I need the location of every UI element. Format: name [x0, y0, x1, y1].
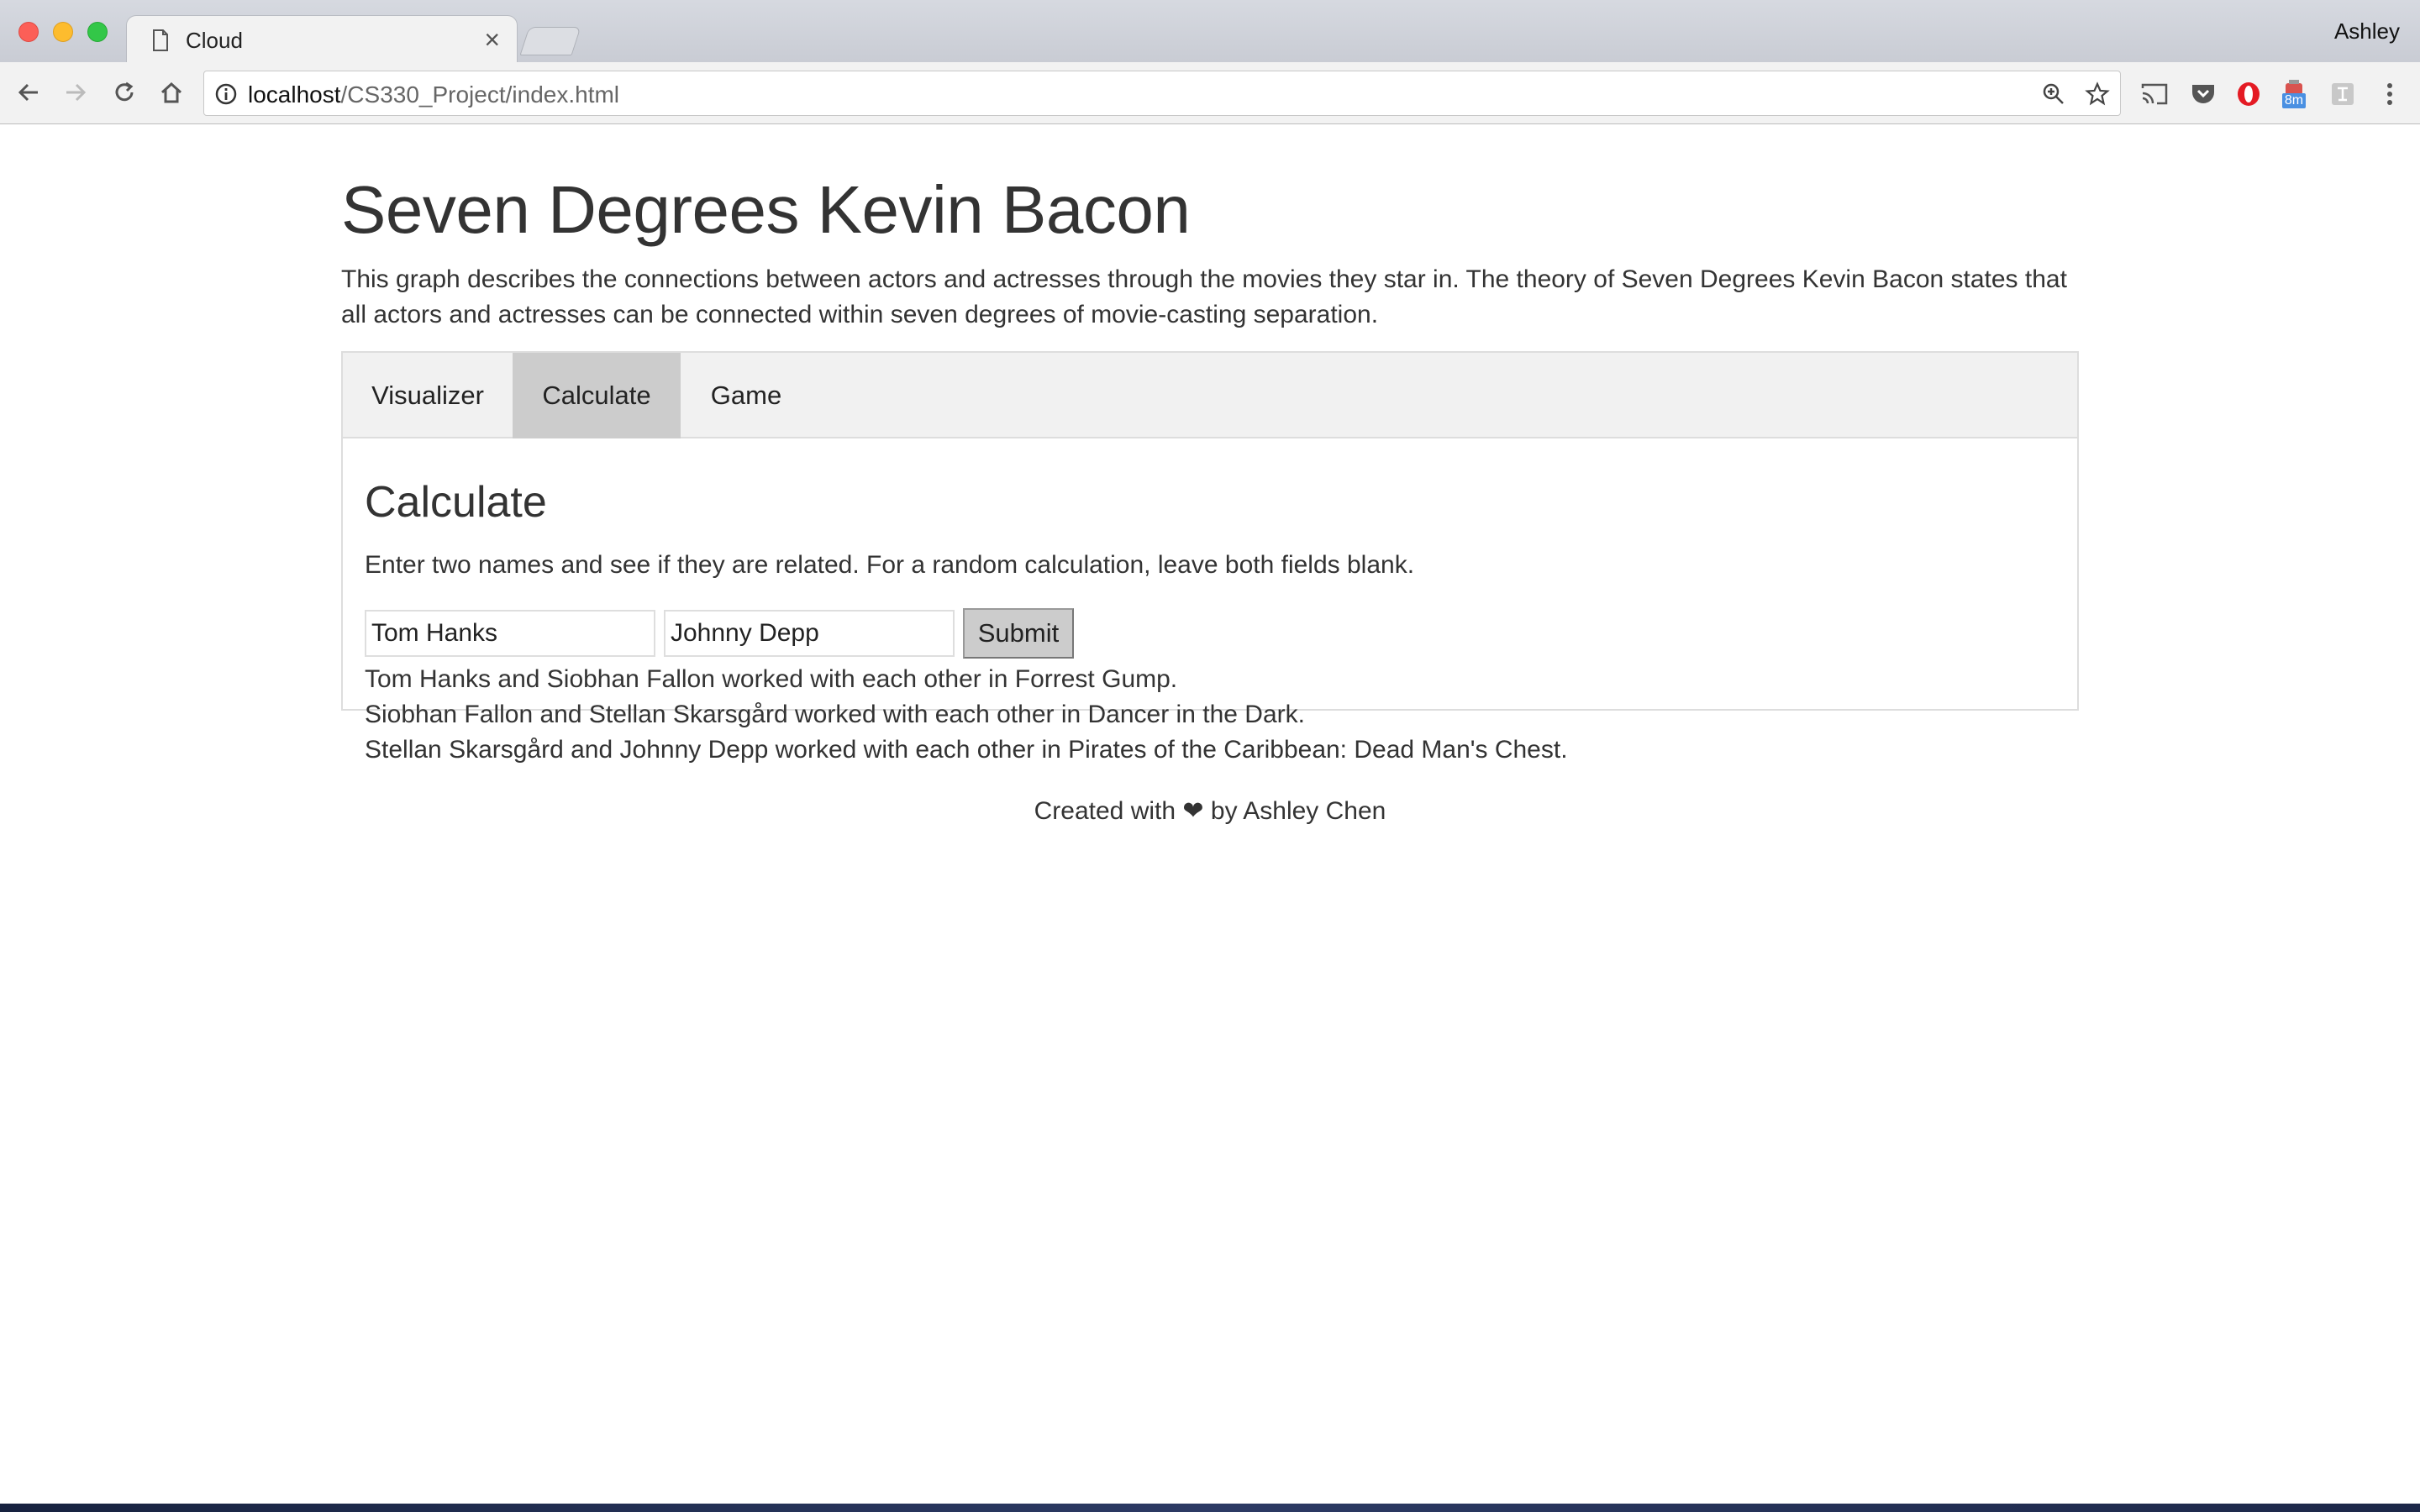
maximize-window-button[interactable]: [87, 22, 108, 42]
pocket-icon[interactable]: [2188, 79, 2218, 109]
tab-game[interactable]: Game: [681, 353, 812, 438]
browser-tab[interactable]: Cloud ×: [126, 15, 518, 64]
forward-button[interactable]: [59, 76, 92, 109]
second-name-input[interactable]: [664, 610, 955, 657]
tab-close-icon[interactable]: ×: [484, 24, 500, 55]
url-text: localhost/CS330_Project/index.html: [248, 81, 619, 108]
first-name-input[interactable]: [365, 610, 655, 657]
submit-button[interactable]: Submit: [963, 608, 1074, 659]
calculate-description: Enter two names and see if they are rela…: [365, 551, 1415, 579]
tab-title: Cloud: [186, 28, 243, 53]
menu-icon[interactable]: [2375, 79, 2405, 109]
translate-extension-icon[interactable]: [2328, 79, 2358, 109]
profile-name[interactable]: Ashley: [2334, 18, 2400, 45]
new-tab-button[interactable]: [519, 27, 581, 55]
page-icon: [153, 29, 168, 51]
result-line: Siobhan Fallon and Stellan Skarsgård wor…: [365, 701, 1305, 728]
home-icon: [160, 81, 182, 103]
result-line: Stellan Skarsgård and Johnny Depp worked…: [365, 736, 1568, 764]
intro-text: This graph describes the connections bet…: [341, 265, 2067, 328]
kebab-menu-icon: [2387, 83, 2392, 105]
page-title: Seven Degrees Kevin Bacon: [341, 172, 1191, 247]
browser-window: Cloud × Ashley localhost/CS330_Project/i…: [0, 0, 2420, 1504]
tab-strip: Cloud × Ashley: [0, 0, 2420, 64]
timer-badge: 8m: [2281, 93, 2307, 108]
opera-glyph-icon: [2238, 82, 2260, 106]
desktop-background: [0, 1504, 2420, 1512]
opera-icon[interactable]: [2233, 79, 2264, 109]
timer-extension-icon[interactable]: 8m: [2279, 79, 2309, 109]
cast-icon[interactable]: [2139, 79, 2170, 109]
home-button[interactable]: [155, 76, 188, 109]
reload-icon: [115, 81, 134, 102]
address-bar[interactable]: localhost/CS330_Project/index.html: [203, 71, 2121, 116]
heart-icon: ❤: [1182, 797, 1204, 825]
browser-toolbar: localhost/CS330_Project/index.html 8m: [0, 62, 2420, 124]
result-line: Tom Hanks and Siobhan Fallon worked with…: [365, 665, 1178, 693]
tab-bar: Visualizer Calculate Game: [343, 353, 2077, 438]
forward-arrow-icon: [66, 83, 87, 102]
translate-glyph-icon: [2332, 83, 2354, 105]
page-content: Seven Degrees Kevin Bacon This graph des…: [0, 124, 2420, 1504]
calculate-heading: Calculate: [365, 478, 547, 527]
url-path: /CS330_Project/index.html: [340, 81, 620, 108]
footer: Created with ❤ by Ashley Chen: [341, 796, 2079, 826]
reload-button[interactable]: [108, 76, 141, 109]
tab-calculate[interactable]: Calculate: [513, 353, 681, 438]
footer-prefix: Created with: [1034, 797, 1176, 825]
minimize-window-button[interactable]: [53, 22, 73, 42]
info-icon[interactable]: [214, 82, 238, 106]
back-button[interactable]: [12, 76, 45, 109]
tab-panel: Visualizer Calculate Game Calculate Ente…: [341, 351, 2079, 764]
pocket-glyph-icon: [2192, 85, 2214, 103]
cast-glyph-icon: [2141, 83, 2168, 105]
close-window-button[interactable]: [18, 22, 39, 42]
tab-visualizer[interactable]: Visualizer: [343, 353, 513, 438]
footer-suffix: by Ashley Chen: [1210, 797, 1386, 825]
back-arrow-icon: [18, 83, 38, 102]
url-host: localhost: [248, 81, 341, 108]
zoom-icon[interactable]: [2041, 81, 2066, 107]
bookmark-star-icon[interactable]: [2085, 81, 2110, 107]
